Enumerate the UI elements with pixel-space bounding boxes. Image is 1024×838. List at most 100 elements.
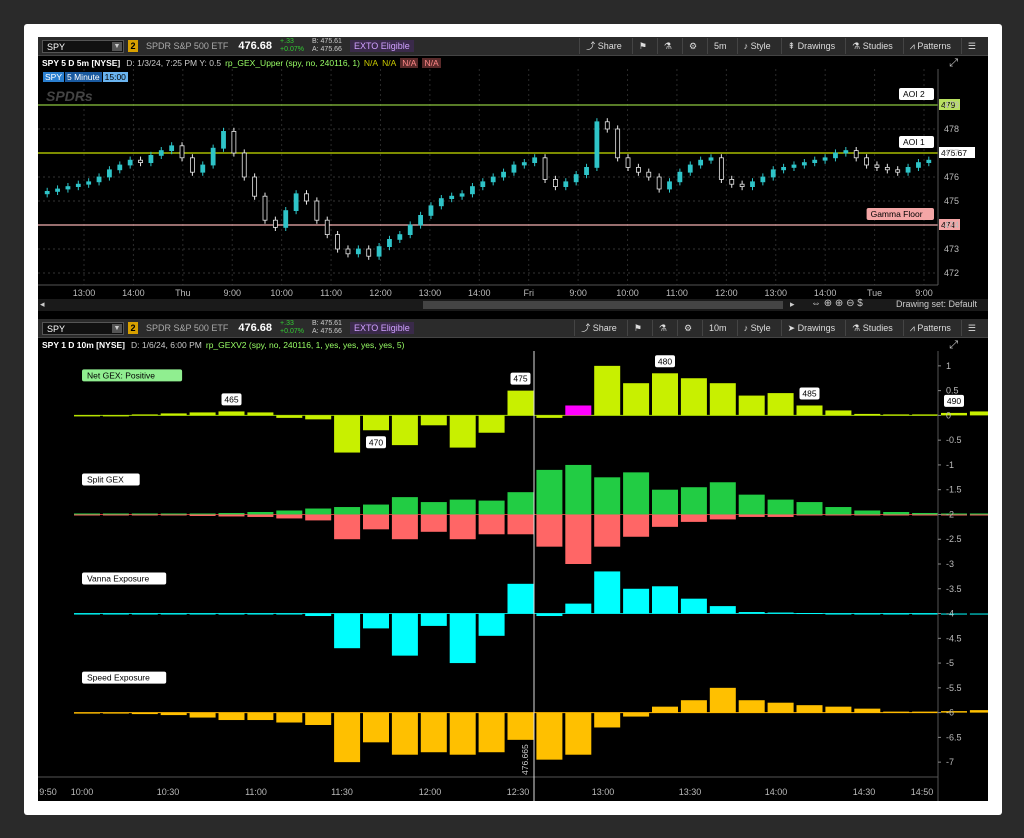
drawings-button-2[interactable]: ➤ Drawings — [780, 320, 842, 336]
gex-chart[interactable]: Net GEX: Positive Split GEX Vanna Exposure… — [38, 351, 988, 801]
share-button-2[interactable]: ⤴ Share — [574, 320, 623, 336]
gex-bar — [334, 712, 361, 763]
studies-label: Studies — [862, 41, 893, 51]
drawings-label-2: Drawings — [797, 323, 836, 333]
gex-bar-positive — [276, 510, 303, 515]
studies-button[interactable]: ⚗ Studies — [845, 38, 899, 54]
candle-body — [635, 167, 641, 173]
study-label[interactable]: rp_GEX_Upper (spy, no, 240116, 1) — [225, 58, 360, 68]
gex-bar-positive — [969, 513, 988, 515]
timeframe-button[interactable]: 5m — [707, 38, 733, 54]
zoom-controls[interactable]: ⇔ ⊕ ⊕ ⊖ $ — [811, 298, 863, 309]
style-button[interactable]: ♪ Style — [736, 38, 777, 54]
gex-bar — [623, 383, 650, 416]
candle-body — [864, 157, 869, 166]
gex-bar-negative — [969, 514, 988, 516]
patterns-button[interactable]: ⩘ Patterns — [902, 38, 957, 54]
gex-bar — [160, 413, 187, 416]
timeframe-button-2[interactable]: 10m — [702, 320, 733, 336]
gex-bar — [680, 598, 707, 614]
time-tick-label: 9:00 — [915, 288, 933, 298]
time-tick-label: 9:00 — [569, 288, 587, 298]
candle-body — [594, 121, 600, 168]
settings-button[interactable]: ⚙ — [681, 38, 703, 54]
symbol-selector-2[interactable]: SPY ▼ — [42, 321, 124, 335]
menu-button-2[interactable]: ☰ — [960, 320, 982, 336]
share-icon: ⤴ — [581, 323, 591, 333]
gex-bar-negative — [131, 514, 158, 516]
gex-bar — [102, 712, 129, 714]
style-label: Style — [750, 41, 771, 51]
gex-time-label: 11:00 — [245, 787, 267, 797]
style-button-2[interactable]: ♪ Style — [736, 320, 777, 336]
chevron-down-icon[interactable]: ▼ — [112, 323, 122, 333]
gear-icon: ⚙ — [683, 323, 693, 333]
series-label: Net GEX: Positive — [87, 370, 155, 380]
gex-bar — [623, 712, 650, 717]
scroll-right-icon[interactable]: ▸ — [790, 299, 795, 310]
candle-body — [179, 145, 185, 159]
expand-icon[interactable]: ⤢ — [949, 57, 958, 70]
patterns-button-2[interactable]: ⩘ Patterns — [902, 320, 957, 336]
gex-tick-label: -5.5 — [946, 683, 962, 693]
gex-tick-label: -4.5 — [946, 633, 962, 643]
drawing-set-label[interactable]: Drawing set: Default — [896, 299, 977, 309]
ask-value: A: 475.66 — [311, 46, 342, 53]
top-study-bar: SPY 5 D 5m [NYSE] D: 1/3/24, 7:25 PM Y: … — [38, 56, 988, 69]
time-tick-label: 10:00 — [270, 288, 293, 298]
gex-bar — [536, 415, 563, 418]
gex-bar — [883, 613, 910, 615]
gex-bar — [709, 687, 736, 713]
expand-icon[interactable]: ⤢ — [949, 339, 958, 352]
gex-time-label: 10:30 — [157, 787, 180, 797]
series-label: Split GEX — [87, 474, 124, 484]
gex-tick-label: -5 — [946, 658, 954, 668]
price-change-2: +.33 +0.07% — [280, 320, 304, 336]
link-badge-2[interactable]: 2 — [128, 322, 138, 334]
candle-body — [407, 224, 413, 235]
gex-bar-positive — [536, 469, 563, 515]
chevron-down-icon[interactable]: ▼ — [112, 41, 122, 51]
time-tick-label: Thu — [175, 288, 191, 298]
share-button[interactable]: ⤴ Share — [579, 38, 628, 54]
gex-tick-label: -3.5 — [946, 584, 962, 594]
candle-body — [895, 169, 901, 173]
scroll-thumb[interactable] — [423, 301, 783, 309]
menu-button[interactable]: ☰ — [960, 38, 982, 54]
candle-body — [221, 131, 226, 149]
top-scrollbar[interactable]: ◂ ▸ ⇔ ⊕ ⊕ ⊖ $ Drawing set: Default — [38, 298, 988, 311]
scroll-left-icon[interactable]: ◂ — [40, 299, 45, 310]
gex-bar — [594, 712, 621, 728]
flask-button-2[interactable]: ⚗ — [651, 320, 673, 336]
chart-title-2: SPY 1 D 10m [NYSE] — [42, 339, 125, 350]
crosshair-value: 476.665 — [520, 744, 530, 775]
flask-button[interactable]: ⚗ — [656, 38, 678, 54]
flag-button-2[interactable]: ⚑ — [626, 320, 648, 336]
style-icon: ♪ — [743, 41, 749, 51]
gex-bar — [189, 613, 216, 615]
drawings-button[interactable]: ⇞ Drawings — [780, 38, 842, 54]
candle-body — [853, 150, 859, 159]
time-axis: 13:00 14:00 Thu 9:00 10:00 11:00 12:00 13:00 14:… — [38, 284, 938, 298]
candle-body — [418, 214, 423, 226]
candle-body — [801, 162, 807, 166]
gex-bar-negative — [796, 514, 823, 516]
candle-body — [96, 176, 102, 183]
gex-tick-label: -6.5 — [946, 732, 962, 742]
gex-bar-negative — [102, 514, 129, 516]
settings-button-2[interactable]: ⚙ — [676, 320, 698, 336]
flag-button[interactable]: ⚑ — [631, 38, 653, 54]
gex-bar — [565, 405, 592, 416]
gex-bar — [391, 712, 418, 755]
gex-bar-negative — [536, 514, 563, 547]
instrument-description-2: SPDR S&P 500 ETF — [146, 323, 229, 333]
studies-button-2[interactable]: ⚗ Studies — [845, 320, 899, 336]
last-price: 476.68 — [238, 40, 273, 52]
study-label-2[interactable]: rp_GEXV2 (spy, no, 240116, 1, yes, yes, … — [206, 340, 405, 350]
candle-body — [833, 152, 838, 159]
gex-bar-negative — [478, 514, 505, 535]
symbol-selector[interactable]: SPY ▼ — [42, 39, 124, 53]
link-badge[interactable]: 2 — [128, 40, 138, 52]
candle-body — [107, 169, 112, 178]
price-chart[interactable]: AOI 2479AOI 1476.67Gamma Floor474 479478… — [38, 69, 988, 301]
